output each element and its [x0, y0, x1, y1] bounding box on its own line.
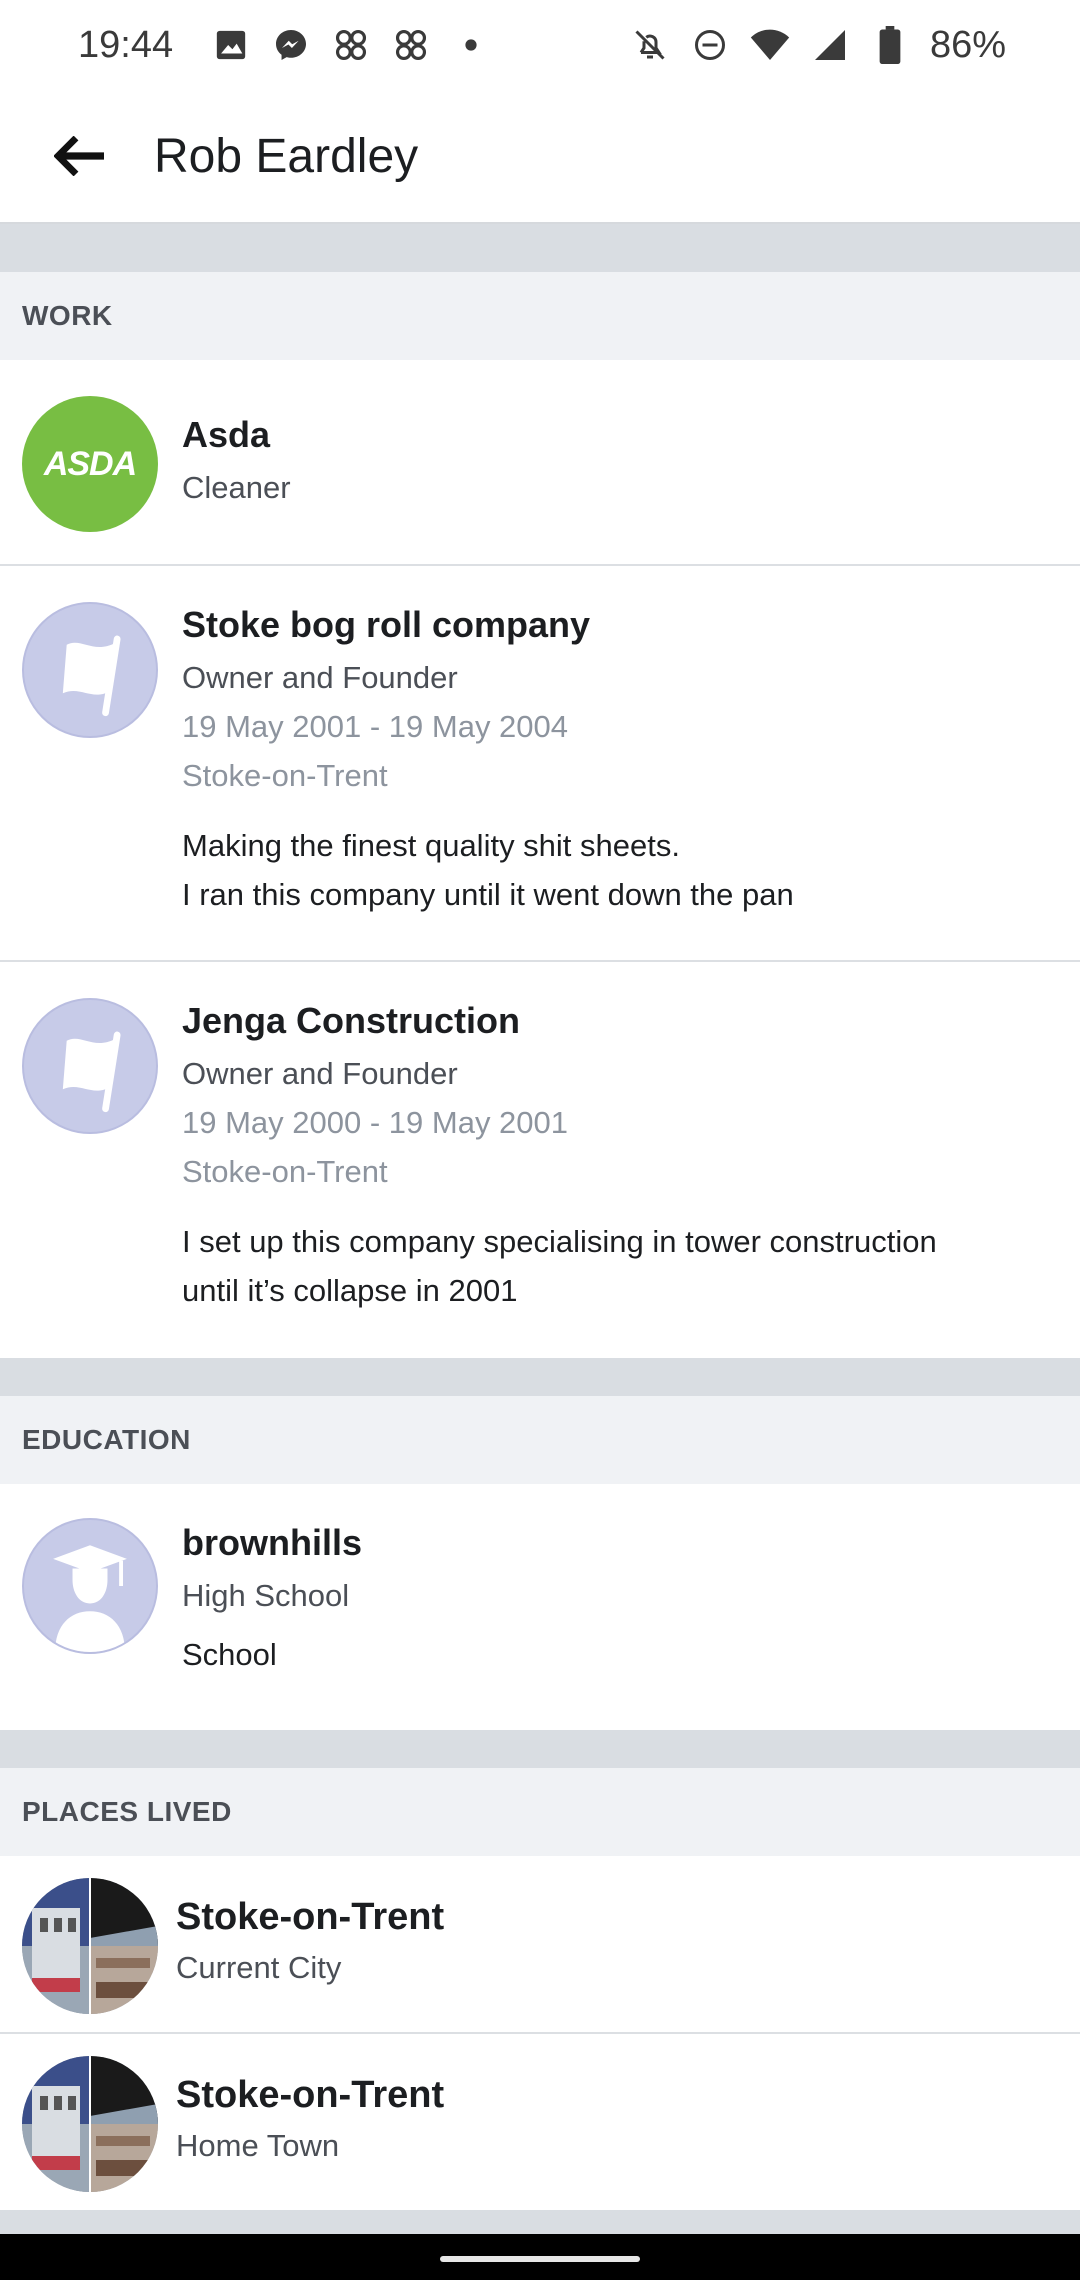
city-photo-icon — [22, 2056, 158, 2192]
place-name: Stoke-on-Trent — [176, 1896, 445, 1938]
work-dates: 19 May 2001 - 19 May 2004 — [182, 709, 569, 744]
company-avatar — [22, 602, 158, 738]
messenger-icon — [271, 25, 311, 65]
description-line: Making the finest quality shit sheets. — [182, 828, 680, 863]
education-item-brownhills[interactable]: brownhills High School School — [0, 1484, 1080, 1730]
work-item-jenga-construction[interactable]: Jenga Construction Owner and Founder 19 … — [0, 962, 1080, 1358]
place-type: Home Town — [176, 2128, 340, 2163]
asda-logo: ASDA — [22, 396, 158, 532]
place-type: Current City — [176, 1950, 342, 1985]
home-indicator[interactable] — [440, 2256, 640, 2262]
description-line: until it’s collapse in 2001 — [182, 1273, 518, 1308]
place-photo — [22, 1878, 158, 2014]
work-item-stoke-bog-roll[interactable]: Stoke bog roll company Owner and Founder… — [0, 566, 1080, 960]
section-separator — [0, 1358, 1080, 1396]
status-time: 19:44 — [78, 23, 174, 66]
battery-icon — [870, 25, 910, 65]
status-bar: 19:44 86% — [0, 0, 1080, 90]
work-name: Asda — [182, 414, 271, 455]
dot-icon — [451, 25, 491, 65]
work-item-asda[interactable]: ASDA Asda Cleaner — [0, 360, 1080, 564]
work-location: Stoke-on-Trent — [182, 758, 388, 793]
place-name: Stoke-on-Trent — [176, 2074, 445, 2116]
asda-logo-text: ASDA — [43, 444, 137, 483]
places-section-header: PLACES LIVED — [0, 1768, 1080, 1856]
page-title: Rob Eardley — [154, 129, 419, 183]
bell-off-icon — [630, 25, 670, 65]
work-role: Cleaner — [182, 470, 291, 505]
flag-icon — [62, 635, 121, 717]
graduation-cap-icon — [53, 1545, 127, 1652]
description-line: I ran this company until it went down th… — [182, 877, 794, 912]
wifi-icon — [750, 25, 790, 65]
education-description: School — [182, 1637, 277, 1672]
flag-icon — [62, 1031, 121, 1113]
section-separator — [0, 2210, 1080, 2234]
company-avatar — [22, 998, 158, 1134]
work-dates: 19 May 2000 - 19 May 2001 — [182, 1105, 569, 1140]
work-name: Jenga Construction — [182, 1000, 521, 1041]
education-type: High School — [182, 1578, 350, 1613]
work-role: Owner and Founder — [182, 660, 458, 695]
work-location: Stoke-on-Trent — [182, 1154, 388, 1189]
work-section-header: WORK — [0, 272, 1080, 360]
work-role: Owner and Founder — [182, 1056, 458, 1091]
app-icon — [331, 25, 371, 65]
city-photo-icon — [22, 1878, 158, 2014]
dnd-icon — [690, 25, 730, 65]
work-description: Making the finest quality shit sheets. I… — [182, 821, 1032, 919]
work-name: Stoke bog roll company — [182, 604, 591, 645]
place-photo — [22, 2056, 158, 2192]
place-item-home-town[interactable]: Stoke-on-Trent Home Town — [0, 2034, 1080, 2210]
place-item-current-city[interactable]: Stoke-on-Trent Current City — [0, 1856, 1080, 2032]
battery-percent: 86% — [929, 23, 1006, 66]
section-separator — [0, 224, 1080, 272]
top-app-bar: Rob Eardley — [0, 90, 1080, 224]
back-button[interactable] — [30, 106, 130, 206]
work-description: I set up this company specialising in to… — [182, 1217, 1032, 1315]
school-avatar — [22, 1518, 158, 1654]
signal-icon — [810, 25, 850, 65]
education-name: brownhills — [182, 1522, 362, 1563]
app-icon — [391, 25, 431, 65]
education-section-header: EDUCATION — [0, 1396, 1080, 1484]
gallery-icon — [211, 25, 251, 65]
back-arrow-icon — [54, 136, 104, 176]
description-line: I set up this company specialising in to… — [182, 1224, 937, 1259]
section-separator — [0, 1730, 1080, 1768]
